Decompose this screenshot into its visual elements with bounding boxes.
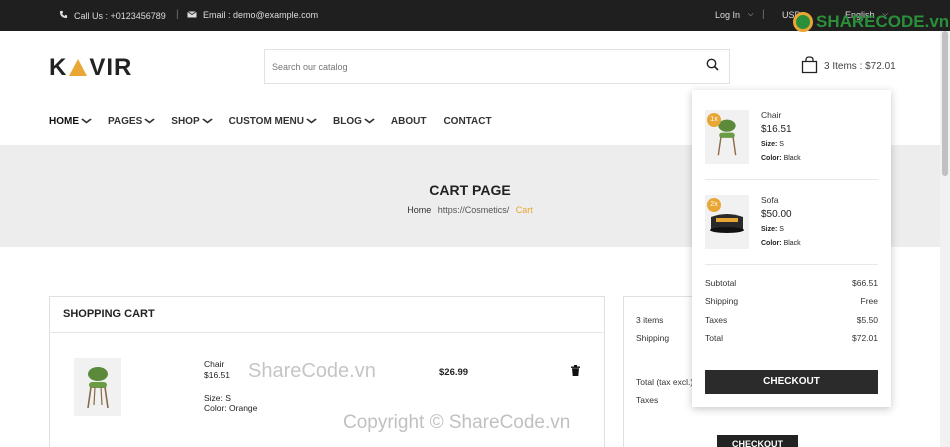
- dropdown-item[interactable]: 1x Chair $16.51 Size: S Color: Black: [705, 110, 878, 166]
- nav-item-about[interactable]: ABOUT: [391, 116, 427, 127]
- main-nav: HOME PAGES SHOP CUSTOM MENU BLOG ABOUT CONTACT: [49, 116, 509, 127]
- watermark-logo: SHARECODE.vn: [793, 12, 949, 32]
- quantity-badge: 2x: [707, 198, 721, 212]
- search-icon: [706, 58, 719, 76]
- trash-icon[interactable]: [571, 363, 580, 381]
- shopping-bag-icon: [801, 56, 818, 77]
- dropdown-checkout-button[interactable]: CHECKOUT: [705, 370, 878, 394]
- dropdown-item-size: Size: S: [761, 226, 784, 233]
- topbar-divider: |: [176, 9, 179, 20]
- phone-icon: [59, 10, 68, 21]
- dropdown-divider: [705, 179, 878, 180]
- nav-item-label: CONTACT: [443, 116, 492, 127]
- chevron-down-icon: [144, 117, 156, 126]
- shopping-cart-title: SHOPPING CART: [50, 297, 604, 333]
- chevron-down-icon: [201, 117, 213, 126]
- quantity-badge: 1x: [707, 113, 721, 127]
- nav-item-label: BLOG: [333, 116, 362, 127]
- summary-items: 3 items: [636, 315, 664, 325]
- nav-item-label: HOME: [49, 116, 79, 127]
- watermark-icon: [793, 12, 813, 32]
- subtotal-value: $66.51: [852, 278, 878, 288]
- dropdown-item-size: Size: S: [761, 141, 784, 148]
- shipping-value: Free: [860, 296, 878, 306]
- breadcrumb-mid[interactable]: https://Cosmetics/: [438, 205, 510, 215]
- nav-item-label: PAGES: [108, 116, 143, 127]
- watermark-bottom: Copyright © ShareCode.vn: [343, 412, 571, 433]
- search-button[interactable]: [695, 50, 729, 83]
- dropdown-item-price: $50.00: [761, 209, 792, 220]
- dropdown-item-image[interactable]: 1x: [705, 110, 749, 164]
- dropdown-divider: [705, 264, 878, 265]
- dropdown-item-name[interactable]: Sofa: [761, 195, 779, 205]
- logo-triangle-icon: [69, 58, 88, 76]
- summary-shipping: Shipping: [636, 333, 670, 343]
- summary-total-label: Total (tax excl.): [636, 377, 694, 387]
- dropdown-item-color: Color: Black: [761, 240, 801, 247]
- header-cart[interactable]: 3 Items : $72.01: [801, 56, 896, 77]
- email-contact: Email : demo@example.com: [187, 10, 318, 20]
- cart-item-unit-price: $16.51: [204, 370, 230, 380]
- nav-item-label: SHOP: [171, 116, 200, 127]
- cart-dropdown: 1x Chair $16.51 Size: S Color: Black 2x …: [692, 90, 891, 407]
- nav-item-contact[interactable]: CONTACT: [443, 116, 491, 127]
- nav-item-home[interactable]: HOME: [49, 116, 93, 127]
- nav-item-shop[interactable]: SHOP: [171, 116, 213, 127]
- watermark-middle: ShareCode.vn: [248, 360, 376, 382]
- dropdown-taxes-row: Taxes $5.50: [705, 315, 878, 325]
- dropdown-shipping-row: Shipping Free: [705, 296, 878, 306]
- page-scrollbar[interactable]: [940, 31, 950, 447]
- dropdown-item-color: Color: Black: [761, 155, 801, 162]
- subtotal-label: Subtotal: [705, 278, 737, 288]
- taxes-label: Taxes: [705, 315, 728, 325]
- login-label: Log In: [715, 10, 741, 20]
- nav-item-pages[interactable]: PAGES: [108, 116, 156, 127]
- mail-icon: [187, 10, 197, 20]
- phone-contact: Call Us : +0123456789: [59, 10, 166, 21]
- email-text: Email : demo@example.com: [203, 10, 319, 20]
- topbar-divider: |: [762, 9, 765, 20]
- nav-item-custom-menu[interactable]: CUSTOM MENU: [228, 116, 318, 127]
- dropdown-subtotal-row: Subtotal $66.51: [705, 278, 878, 288]
- cart-summary-panel: 3 items Shipping Total (tax excl.) Taxes: [623, 296, 703, 447]
- nav-item-blog[interactable]: BLOG: [333, 116, 376, 127]
- chevron-down-icon: ⌵: [748, 11, 754, 18]
- summary-taxes: Taxes: [636, 395, 659, 405]
- site-logo[interactable]: K VIR: [49, 54, 132, 82]
- search-bar: [264, 49, 730, 84]
- chevron-down-icon: [306, 117, 318, 126]
- nav-item-label: CUSTOM MENU: [228, 116, 304, 127]
- nav-item-label: ABOUT: [390, 116, 427, 127]
- logo-text-right: VIR: [89, 54, 133, 81]
- sofa-image: [710, 214, 744, 233]
- chevron-down-icon: [81, 117, 93, 126]
- shipping-label: Shipping: [705, 296, 739, 306]
- logo-text-left: K: [49, 54, 68, 81]
- cart-summary-text: 3 Items : $72.01: [824, 61, 896, 72]
- dropdown-item-name[interactable]: Chair: [761, 110, 781, 120]
- total-value: $72.01: [852, 333, 878, 343]
- scrollbar-thumb[interactable]: [942, 31, 948, 176]
- total-label: Total: [705, 333, 723, 343]
- dropdown-total-row: Total $72.01: [705, 333, 878, 343]
- login-link[interactable]: Log In ⌵: [715, 10, 753, 20]
- summary-checkout-button[interactable]: CHECKOUT: [717, 435, 798, 447]
- search-input[interactable]: [265, 50, 695, 83]
- dropdown-item-price: $16.51: [761, 124, 792, 135]
- cart-item-size: Size: S: [204, 393, 231, 403]
- chevron-down-icon: [364, 117, 376, 126]
- phone-text: Call Us : +0123456789: [74, 10, 166, 21]
- dropdown-item-image[interactable]: 2x: [705, 195, 749, 249]
- cart-item-color: Color: Orange: [204, 403, 258, 413]
- cart-item-image[interactable]: [74, 358, 121, 416]
- cart-item-total: $26.99: [439, 367, 469, 378]
- breadcrumb-home[interactable]: Home: [407, 205, 431, 215]
- taxes-value: $5.50: [856, 315, 878, 325]
- breadcrumb-current: Cart: [515, 205, 533, 215]
- dropdown-item[interactable]: 2x Sofa $50.00 Size: S Color: Black: [705, 195, 878, 251]
- cart-item-name[interactable]: Chair: [204, 359, 224, 369]
- watermark-logo-text: SHARECODE.vn: [816, 12, 950, 31]
- chair-image: [86, 367, 109, 409]
